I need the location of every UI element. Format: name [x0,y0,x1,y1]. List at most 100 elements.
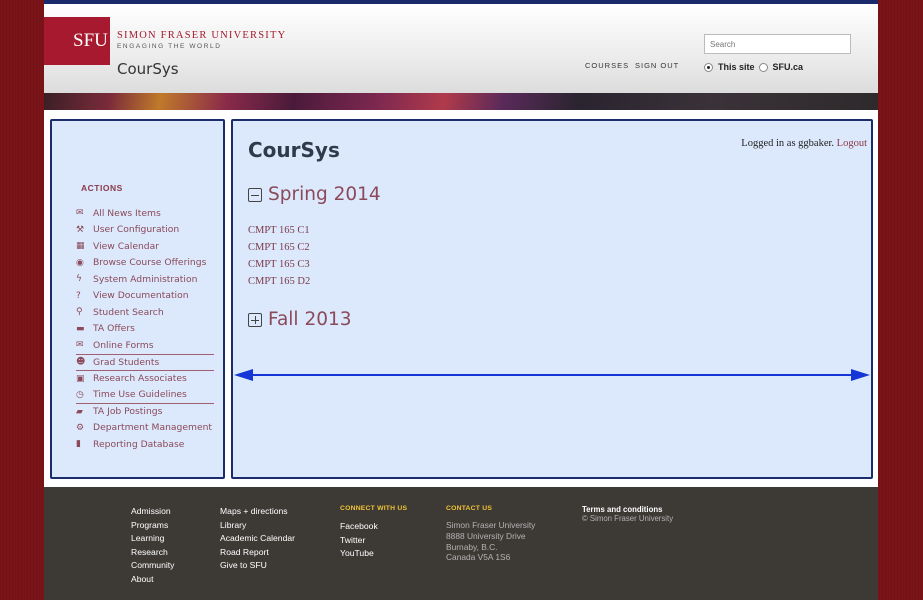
footer-link[interactable]: Community [131,559,174,573]
connect-heading: CONNECT WITH US [340,505,408,512]
sfu-ca-label[interactable]: SFU.ca [773,62,804,72]
university-tagline: ENGAGING THE WORLD [117,43,222,50]
search-input[interactable] [704,34,851,54]
footer-link[interactable]: Library [220,519,295,533]
sidebar-item-label: Research Associates [93,373,187,385]
arrow-head-right [851,369,870,381]
footer-link[interactable]: Academic Calendar [220,532,295,546]
sidebar-item-view-documentation[interactable]: ? View Documentation [76,288,214,305]
sidebar-item-reporting-database[interactable]: ▮ Reporting Database [76,436,214,453]
sidebar-item-ta-offers[interactable]: ▬ TA Offers [76,321,214,338]
search-scope: This site SFU.ca [704,62,803,72]
contact-heading: CONTACT US [446,505,493,512]
logo-text: SFU [73,30,108,51]
university-name[interactable]: SIMON FRASER UNIVERSITY [117,30,286,41]
sidebar-item-grad-students[interactable]: ☻ Grad Students [76,353,214,371]
course-link[interactable]: CMPT 165 C3 [248,256,310,273]
footer-link[interactable]: About [131,573,174,587]
sidebar-item-all-news[interactable]: ✉ All News Items [76,205,214,222]
sidebar-item-label: TA Offers [93,323,135,335]
clock-icon: ◷ [76,389,84,400]
question-icon: ? [76,290,81,301]
footer-link[interactable]: Maps + directions [220,505,295,519]
semester-spring-2014[interactable]: Spring 2014 [248,184,381,205]
sidebar-item-view-calendar[interactable]: ▦ View Calendar [76,238,214,255]
footer-link[interactable]: Facebook [340,520,407,534]
logout-link[interactable]: Logout [837,138,867,149]
sidebar-item-system-administration[interactable]: ϟ System Administration [76,271,214,288]
sidebar-item-user-configuration[interactable]: ⚒ User Configuration [76,222,214,239]
sidebar-item-label: Student Search [93,306,164,318]
contact-line: Simon Fraser University [446,520,536,530]
footer-link[interactable]: Give to SFU [220,559,295,573]
actions-list: ✉ All News Items ⚒ User Configuration ▦ Vie… [76,205,214,453]
sidebar-item-browse-course-offerings[interactable]: ◉ Browse Course Offerings [76,255,214,272]
footer-col-main-links: Admission Programs Learning Research Com… [131,505,174,587]
sfu-ca-radio[interactable] [758,62,768,72]
footer-link[interactable]: Road Report [220,546,295,560]
nav-sign-out[interactable]: SIGN OUT [635,61,679,70]
main-content: CourSys Logged in as ggbaker. Logout Spr… [231,119,873,479]
page-title: CourSys [248,138,340,162]
course-link[interactable]: CMPT 165 C1 [248,222,310,239]
login-status: Logged in as ggbaker. Logout [741,138,867,149]
this-site-radio[interactable] [704,62,713,72]
terms-link[interactable]: Terms and conditions [582,505,673,514]
expand-icon[interactable] [248,312,262,327]
footer-link[interactable]: Research [131,546,174,560]
footer-link[interactable]: Programs [131,519,174,533]
copyright-text: © Simon Fraser University [582,514,674,523]
sidebar-item-label: View Calendar [93,240,160,252]
sidebar-item-time-use-guidelines[interactable]: ◷ Time Use Guidelines [76,387,214,404]
semester-label[interactable]: Spring 2014 [268,184,381,205]
this-site-label[interactable]: This site [718,62,755,72]
collapse-icon[interactable] [248,187,262,202]
sidebar-item-label: Online Forms [93,339,154,351]
sfu-logo[interactable]: SFU [44,17,110,65]
footer-link[interactable]: Learning [131,532,174,546]
contact-line: 8888 University Drive [446,530,526,541]
sidebar-item-label: User Configuration [93,224,180,236]
sidebar-item-label: Browse Course Offerings [93,257,207,269]
sidebar-item-department-management[interactable]: ⚙ Department Management [76,420,214,437]
contact-line: Canada V5A 1S6 [446,552,511,563]
sidebar-item-label: All News Items [93,207,161,219]
semester-fall-2013[interactable]: Fall 2013 [248,309,352,330]
site-footer: Admission Programs Learning Research Com… [44,487,878,600]
users-icon: ☻ [76,357,86,368]
course-link[interactable]: CMPT 165 C2 [248,239,310,256]
footer-col-contact: CONTACT US Simon Fraser University 8888 … [446,505,535,563]
app-title[interactable]: CourSys [117,60,179,78]
footer-link[interactable]: Twitter [340,534,407,548]
sidebar-item-label: View Documentation [93,290,189,302]
contact-line: Burnaby, B.C. [446,541,498,552]
arrow-head-left [234,369,253,381]
nav-courses[interactable]: COURSES [585,61,629,70]
actions-heading: ACTIONS [81,183,123,193]
footer-col-resources: Maps + directions Library Academic Calen… [220,505,295,573]
spring-course-list: CMPT 165 C1 CMPT 165 C2 CMPT 165 C3 CMPT… [248,222,310,290]
footer-link[interactable]: YouTube [340,547,407,561]
sidebar-item-label: System Administration [93,273,198,285]
search-icon: ⚲ [76,307,83,318]
header-banner [44,93,878,110]
actions-sidebar: ACTIONS ✉ All News Items ⚒ User Configurat… [50,119,225,479]
sidebar-item-research-associates[interactable]: ▣ Research Associates [76,370,214,387]
semester-label[interactable]: Fall 2013 [268,309,352,330]
sidebar-item-ta-job-postings[interactable]: ▰ TA Job Postings [76,403,214,420]
footer-col-legal: Terms and conditions © Simon Fraser Univ… [582,505,673,523]
sidebar-item-student-search[interactable]: ⚲ Student Search [76,304,214,321]
bolt-icon: ϟ [76,274,82,285]
course-link[interactable]: CMPT 165 D2 [248,273,310,290]
sidebar-item-label: Reporting Database [93,438,185,450]
cogs-icon: ⚙ [76,422,85,433]
site-header: SFU SIMON FRASER UNIVERSITY ENGAGING THE… [44,4,878,93]
login-text: Logged in as ggbaker. [741,138,835,149]
calendar-icon: ▦ [76,241,85,252]
folder-icon: ▬ [76,323,85,334]
footer-link[interactable]: Admission [131,505,174,519]
sidebar-item-label: Department Management [93,422,213,434]
money-icon: ▣ [76,373,85,384]
sidebar-item-online-forms[interactable]: ✉ Online Forms [76,337,214,354]
eye-icon: ◉ [76,257,84,268]
